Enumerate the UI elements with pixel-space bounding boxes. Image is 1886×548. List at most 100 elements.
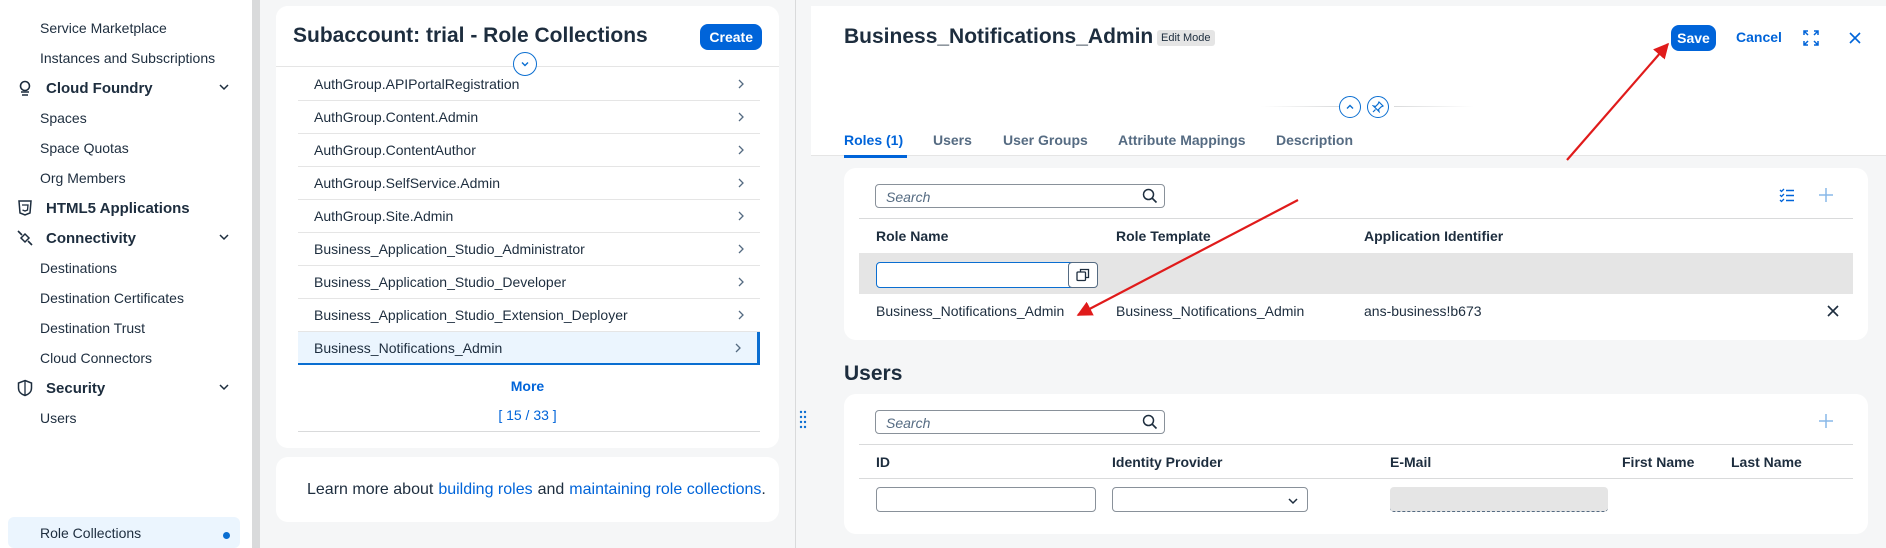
- roles-search-input[interactable]: Search: [875, 184, 1165, 208]
- list-item-label: Business_Application_Studio_Developer: [314, 274, 567, 290]
- learn-more-card: Learn more about building roles and main…: [276, 457, 779, 522]
- html5-icon: [14, 197, 36, 219]
- role-name-cell: Business_Notifications_Admin: [876, 303, 1065, 319]
- collapse-header-button[interactable]: [513, 52, 537, 76]
- list-item[interactable]: Business_Application_Studio_Developer: [298, 266, 760, 299]
- column-header-role-name[interactable]: Role Name: [876, 228, 948, 244]
- header-divider-right: [1394, 106, 1474, 107]
- list-item[interactable]: AuthGroup.Site.Admin: [298, 200, 760, 233]
- search-icon[interactable]: [1142, 188, 1158, 207]
- tab-roles[interactable]: Roles (1): [844, 132, 903, 148]
- collapse-header-button[interactable]: [1339, 96, 1361, 118]
- role-collection-detail: Business_Notifications_Admin Edit Mode S…: [811, 0, 1886, 548]
- search-icon[interactable]: [1142, 414, 1158, 433]
- fullscreen-icon[interactable]: [1801, 28, 1821, 48]
- search-placeholder: Search: [886, 189, 931, 205]
- multi-select-icon[interactable]: [1779, 187, 1795, 206]
- chevron-right-icon: [736, 242, 746, 258]
- chevron-right-icon: [736, 176, 746, 192]
- column-header-application-identifier[interactable]: Application Identifier: [1364, 228, 1503, 244]
- nav-item-label: Service Marketplace: [40, 20, 167, 36]
- chevron-up-icon: [1346, 104, 1354, 109]
- value-help-button[interactable]: [1068, 262, 1098, 288]
- add-icon[interactable]: [1818, 187, 1834, 206]
- nav-item-label: Instances and Subscriptions: [40, 50, 216, 66]
- list-item-label: AuthGroup.SelfService.Admin: [314, 175, 500, 191]
- tab-user-groups[interactable]: User Groups: [1003, 132, 1088, 148]
- panel-splitter[interactable]: [795, 0, 811, 548]
- cloud-foundry-icon: [14, 77, 36, 99]
- chevron-down-icon: [218, 380, 230, 397]
- list-item[interactable]: AuthGroup.Content.Admin: [298, 101, 760, 134]
- list-bottom-divider: [298, 431, 760, 432]
- nav-item-label: Org Members: [40, 170, 126, 186]
- detail-header: Business_Notifications_Admin Edit Mode S…: [811, 6, 1886, 158]
- close-icon[interactable]: [1845, 28, 1865, 48]
- splitter-grip-icon[interactable]: [799, 410, 807, 430]
- users-search-input[interactable]: Search: [875, 410, 1165, 434]
- nav-item-label: Role Collections: [40, 524, 142, 541]
- add-icon[interactable]: [1818, 413, 1834, 432]
- maintaining-role-collections-link[interactable]: maintaining role collections: [569, 481, 761, 499]
- delete-row-icon[interactable]: [1827, 304, 1839, 320]
- pin-header-button[interactable]: [1367, 96, 1389, 118]
- search-placeholder: Search: [886, 415, 931, 431]
- column-header-identity-provider[interactable]: Identity Provider: [1112, 454, 1222, 470]
- nav-item-role-collections[interactable]: Role Collections: [8, 517, 240, 548]
- side-navigation: Service Marketplace Instances and Subscr…: [0, 0, 252, 548]
- user-id-input[interactable]: [876, 487, 1096, 512]
- learn-more-and: and: [537, 480, 565, 498]
- chevron-down-icon: [521, 62, 529, 67]
- list-item-label: Business_Application_Studio_Extension_De…: [314, 307, 628, 323]
- pin-icon: [1372, 101, 1384, 113]
- nav-group-label: HTML5 Applications: [46, 199, 190, 217]
- column-header-email[interactable]: E-Mail: [1390, 454, 1431, 470]
- column-header-last-name[interactable]: Last Name: [1731, 454, 1802, 470]
- list-item[interactable]: AuthGroup.SelfService.Admin: [298, 167, 760, 200]
- chevron-right-icon: [736, 275, 746, 291]
- nav-item-users[interactable]: Users: [0, 400, 252, 436]
- cancel-button[interactable]: Cancel: [1736, 29, 1782, 45]
- save-button[interactable]: Save: [1671, 25, 1716, 51]
- column-header-first-name[interactable]: First Name: [1622, 454, 1694, 470]
- list-item[interactable]: Business_Application_Studio_Administrato…: [298, 233, 760, 266]
- shield-icon: [14, 377, 36, 399]
- column-header-role-template[interactable]: Role Template: [1116, 228, 1211, 244]
- detail-title: Business_Notifications_Admin: [844, 25, 1154, 48]
- list-item-selected[interactable]: Business_Notifications_Admin: [298, 332, 760, 365]
- column-header-id[interactable]: ID: [876, 454, 890, 470]
- learn-more-period: .: [761, 480, 766, 498]
- more-link[interactable]: More: [276, 378, 779, 394]
- application-identifier-cell: ans-business!b673: [1364, 303, 1482, 319]
- nav-group-label: Cloud Foundry: [46, 79, 153, 97]
- edit-mode-badge: Edit Mode: [1157, 30, 1215, 46]
- list-item-label: Business_Notifications_Admin: [314, 339, 503, 356]
- list-item[interactable]: Business_Application_Studio_Extension_De…: [298, 299, 760, 332]
- tab-description[interactable]: Description: [1276, 132, 1353, 148]
- building-roles-link[interactable]: building roles: [438, 481, 532, 499]
- users-table-card: Search ID Identity Provider E-Mail First…: [844, 394, 1868, 534]
- tab-users[interactable]: Users: [933, 132, 972, 148]
- role-filter-row: [859, 253, 1853, 294]
- connectivity-icon: [14, 227, 36, 249]
- copy-icon: [1076, 268, 1090, 282]
- page-title: Subaccount: trial - Role Collections: [293, 24, 648, 47]
- nav-item-label: Space Quotas: [40, 140, 129, 156]
- list-item[interactable]: AuthGroup.ContentAuthor: [298, 134, 760, 167]
- nav-item-label: Cloud Connectors: [40, 350, 153, 366]
- chevron-right-icon: [736, 110, 746, 126]
- list-count: [ 15 / 33 ]: [498, 407, 557, 423]
- create-button[interactable]: Create: [700, 24, 762, 50]
- chevron-down-icon: [218, 80, 230, 97]
- list-item-label: AuthGroup.ContentAuthor: [314, 142, 476, 158]
- tab-attribute-mappings[interactable]: Attribute Mappings: [1118, 132, 1246, 148]
- chevron-right-icon: [736, 308, 746, 324]
- chevron-down-icon: [218, 230, 230, 247]
- active-tab-indicator: [844, 155, 907, 158]
- list-item-label: AuthGroup.Site.Admin: [314, 208, 454, 224]
- identity-provider-select[interactable]: [1112, 487, 1308, 512]
- role-collections-panel: Subaccount: trial - Role Collections Cre…: [260, 0, 795, 548]
- role-name-filter-input[interactable]: [876, 262, 1096, 288]
- list-item-label: AuthGroup.Content.Admin: [314, 109, 479, 125]
- chevron-right-icon: [736, 143, 746, 159]
